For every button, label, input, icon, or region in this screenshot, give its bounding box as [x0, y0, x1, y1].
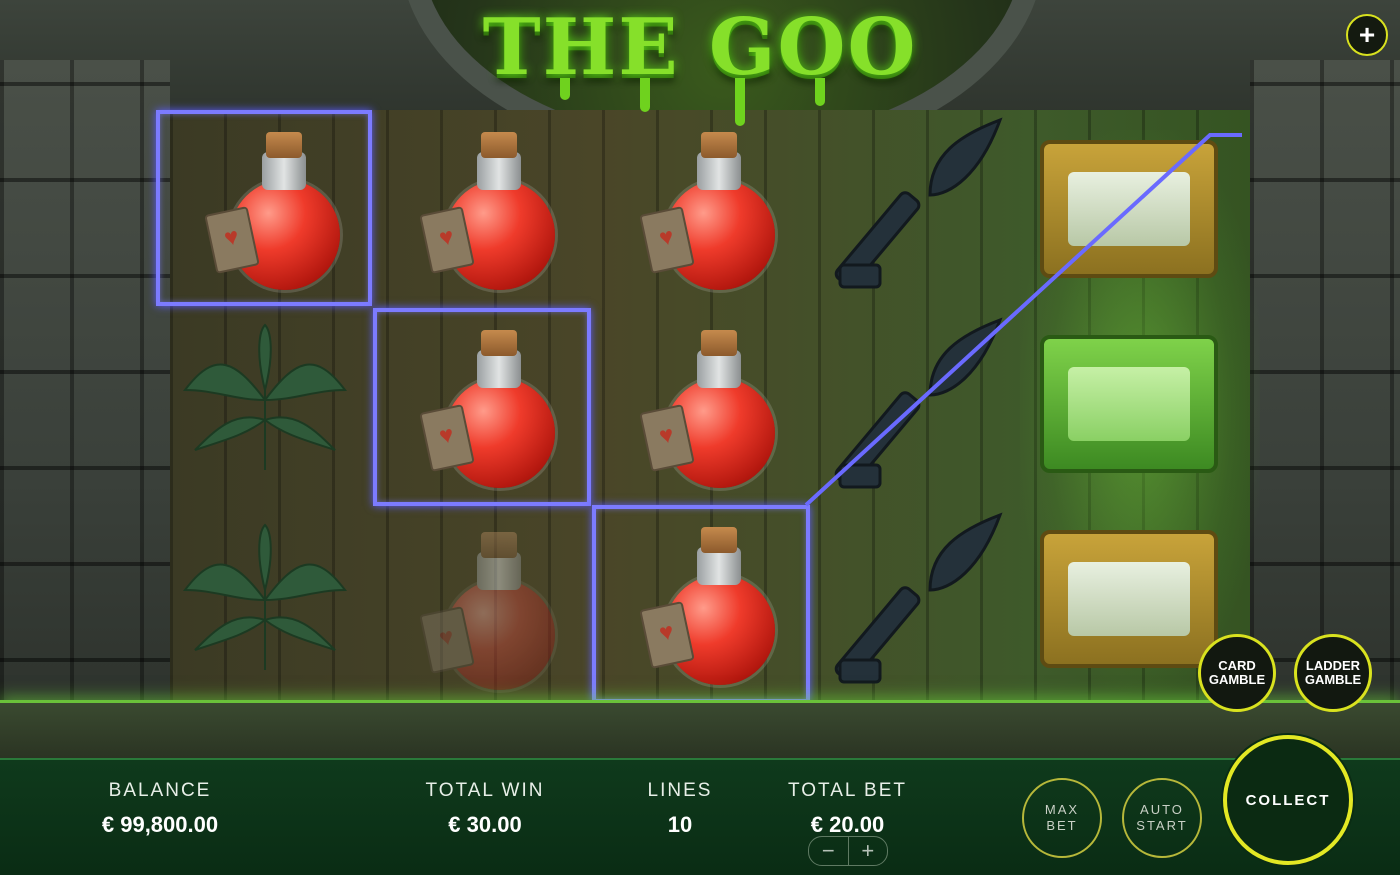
total-bet-value: € 20.00: [810, 812, 885, 837]
increase-bet-button[interactable]: +: [849, 837, 888, 865]
collect-button[interactable]: COLLECT: [1223, 735, 1353, 865]
game-scene: THE GOO ♥ ♥ ♥ ♥ ♥ ♥ ♥ + CARD GAMBLE LADD…: [0, 0, 1400, 758]
lines-stat: LINES 10: [630, 780, 730, 838]
total-win-stat: TOTAL WIN € 30.00: [405, 780, 565, 838]
auto-start-label: AUTO: [1140, 801, 1184, 817]
auto-start-button[interactable]: AUTO START: [1122, 778, 1202, 858]
balance-label: BALANCE: [108, 780, 212, 801]
total-bet-label: TOTAL BET: [787, 780, 907, 801]
max-bet-button[interactable]: MAX BET: [1022, 778, 1102, 858]
balance-value: € 99,800.00: [101, 812, 219, 837]
total-win-value: € 30.00: [448, 812, 522, 837]
max-bet-label: MAX: [1044, 801, 1080, 817]
total-bet-stat: TOTAL BET € 20.00: [770, 780, 925, 838]
lines-value: 10: [667, 812, 693, 837]
menu-plus-button[interactable]: +: [1346, 14, 1388, 56]
status-bar: BALANCE € 99,800.00 TOTAL WIN € 30.00 LI…: [0, 758, 1400, 875]
lines-label: LINES: [647, 780, 713, 801]
ladder-gamble-button[interactable]: LADDER GAMBLE: [1294, 634, 1372, 712]
winline-path: [804, 133, 1242, 507]
stone-floor: [0, 700, 1400, 758]
card-gamble-button[interactable]: CARD GAMBLE: [1198, 634, 1276, 712]
balance-stat: BALANCE € 99,800.00: [80, 780, 240, 838]
card-gamble-label: GAMBLE: [1208, 672, 1266, 687]
ladder-gamble-label: GAMBLE: [1304, 672, 1362, 687]
total-win-label: TOTAL WIN: [425, 780, 545, 801]
max-bet-label: BET: [1046, 818, 1078, 833]
decrease-bet-button[interactable]: −: [809, 837, 848, 865]
auto-start-label: START: [1136, 818, 1188, 833]
bet-stepper: − +: [808, 836, 888, 866]
